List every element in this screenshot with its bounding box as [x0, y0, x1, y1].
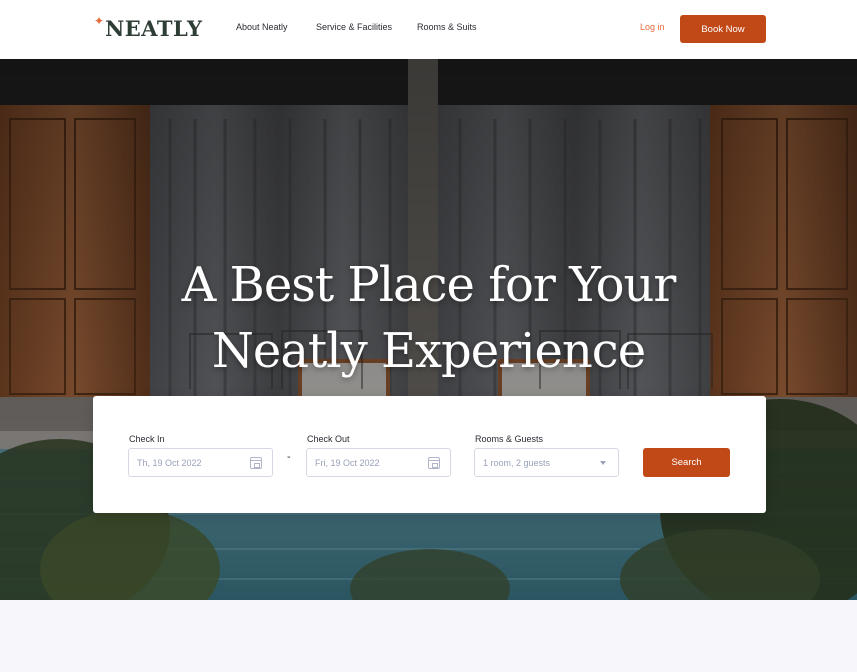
check-out-value: Fri, 19 Oct 2022 [315, 458, 380, 468]
booking-search-card: Check In Th, 19 Oct 2022 - Check Out Fri… [93, 396, 766, 513]
hero-section: A Best Place for Your Neatly Experience [0, 59, 857, 600]
search-button[interactable]: Search [643, 448, 730, 477]
check-in-field[interactable]: Th, 19 Oct 2022 [128, 448, 273, 477]
calendar-icon[interactable] [428, 457, 440, 469]
rooms-guests-value: 1 room, 2 guests [483, 458, 551, 468]
check-in-value: Th, 19 Oct 2022 [137, 458, 202, 468]
nav-link-rooms[interactable]: Rooms & Suits [417, 22, 477, 32]
book-now-button[interactable]: Book Now [680, 15, 766, 43]
sparkle-icon: ✦ [94, 14, 105, 28]
hero-headline-line-1: A Best Place for Your [181, 257, 677, 313]
nav-link-about[interactable]: About Neatly [236, 22, 288, 32]
hero-headline: A Best Place for Your Neatly Experience [0, 252, 857, 384]
brand-logo[interactable]: ✦ NEATLY [94, 14, 203, 42]
brand-name: NEATLY [105, 16, 203, 41]
check-out-label: Check Out [307, 434, 350, 444]
rooms-guests-select[interactable]: 1 room, 2 guests [474, 448, 619, 477]
page-background [0, 600, 857, 672]
top-nav: ✦ NEATLY About Neatly Service & Faciliti… [0, 0, 857, 59]
check-out-field[interactable]: Fri, 19 Oct 2022 [306, 448, 451, 477]
caret-down-icon[interactable] [600, 461, 606, 465]
date-range-separator: - [287, 451, 291, 463]
login-link[interactable]: Log in [640, 22, 665, 32]
nav-link-services[interactable]: Service & Facilities [316, 22, 392, 32]
calendar-icon[interactable] [250, 457, 262, 469]
check-in-label: Check In [129, 434, 165, 444]
hero-headline-line-2: Neatly Experience [211, 323, 646, 379]
rooms-guests-label: Rooms & Guests [475, 434, 544, 444]
